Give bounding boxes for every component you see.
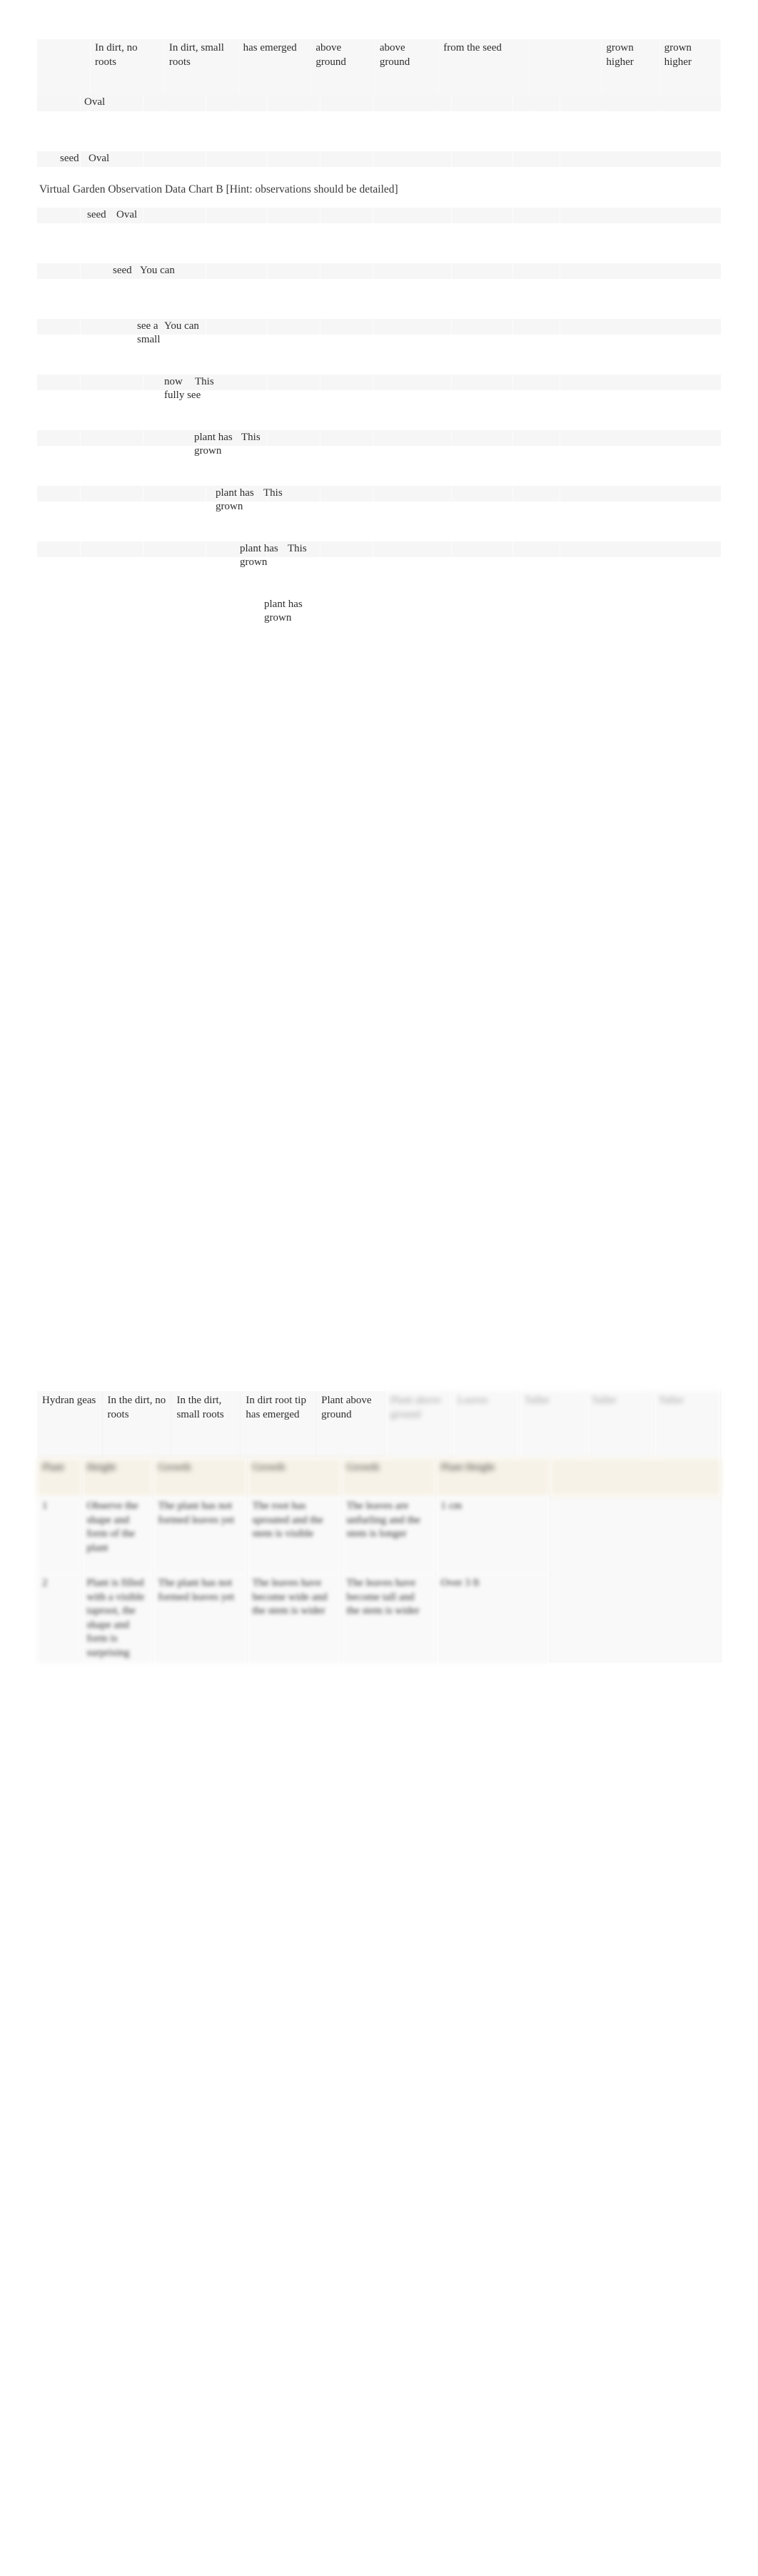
fragment-row-band-9 [37,541,721,557]
cell-r2-c1: Plant is filled with a visible taproot, … [81,1574,153,1663]
cell-r1-c4: The leaves are unfurling and the stem is… [341,1497,436,1574]
fragment-cell-seeasmall-5: see a small [137,320,161,345]
table-row: 1 Observe the shape and form of the plan… [37,1497,722,1574]
page-title: Virtual Garden Observation Data Chart B … [39,183,398,195]
col-hdr-growth-3: Growth [341,1458,436,1497]
fragment-cell-seed-3: seed [87,209,106,220]
document-page: In dirt, no roots In dirt, small roots h… [0,0,758,2576]
cell-r1-c3: The root has sprouted and the stem is vi… [247,1497,342,1574]
fragment-cell-youcan-4: You can [140,265,175,276]
cell-r1-c6 [550,1497,722,1574]
col-hdr-plant-height: Plant Height [435,1458,550,1497]
fragment-row-band-6 [37,375,721,390]
cell-r2-c6 [550,1574,722,1663]
table-row-column-headers: Plant Height Growth Growth Growth Plant … [37,1458,722,1497]
fragment-cell-this-7: This [241,432,261,443]
cell-r2-c0: 2 [37,1574,82,1663]
fragment-cell-seed-2: seed [60,153,79,164]
fragment-cell-planthasgrown-8: plant has grown [216,487,254,512]
bt-hdr-9: Taller [653,1391,722,1458]
col-hdr-growth-1: Growth [153,1458,248,1497]
bt-hdr-5: Plant above ground [385,1391,453,1458]
bt-hdr-1: In the dirt, no roots [102,1391,172,1458]
table-row-stage-header: Hydran geas In the dirt, no roots In the… [37,1391,722,1458]
cell-r2-c5: Over 3 ft [435,1574,550,1663]
bt-hdr-4: Plant above ground [315,1391,386,1458]
bt-hdr-2: In the dirt, small roots [171,1391,241,1458]
cell-r1-c1: Observe the shape and form of the plant [81,1497,153,1574]
bt-hdr-6: Leaves [452,1391,520,1458]
cell-r1-c5: 1 cm [435,1497,550,1574]
bt-hdr-7: Taller [519,1391,587,1458]
cell-r2-c3: The leaves have become wide and the stem… [247,1574,342,1663]
fragment-row-band-2 [37,151,721,167]
fragment-row-band-8 [37,486,721,502]
col-hdr-growth-2: Growth [247,1458,342,1497]
cell-r2-c4: The leaves have become tall and the stem… [341,1574,436,1663]
bt-hdr-8: Taller [586,1391,654,1458]
cell-r1-c2: The plant has not formed leaves yet [153,1497,248,1574]
fragment-row-band-1 [37,95,721,111]
observation-data-table: Hydran geas In the dirt, no roots In the… [37,1391,722,1663]
fragment-cell-oval-2: Oval [89,153,110,164]
col-hdr-height: Height [81,1458,153,1497]
col-hdr-plant: Plant [37,1458,82,1497]
bt-hdr-3: In dirt root tip has emerged [240,1391,317,1458]
fragment-cell-oval-3: Oval [116,209,138,220]
cell-r2-c2: The plant has not formed leaves yet [153,1574,248,1663]
fragment-row-band-7 [37,430,721,446]
fragment-cell-this-6: This [195,376,214,387]
fragment-row-band-3 [37,208,721,223]
fragment-cell-this-8: This [263,487,283,499]
fragment-cell-planthasgrown-7: plant has grown [194,432,233,457]
fragment-cell-this-9: This [288,543,307,554]
fragment-cell-seed-4: seed [113,265,132,276]
col-hdr-spare [550,1458,722,1497]
fragment-cell-youcan-5: You can [164,320,199,332]
fragment-cell-planthasgrown-tail: plant has grown [264,599,303,623]
table-row: 2 Plant is filled with a visible taproot… [37,1574,722,1663]
fragment-cell-planthasgrown-9: plant has grown [240,543,278,568]
fragment-cell-oval-1: Oval [84,96,106,108]
bt-hdr-0: Hydran geas [37,1391,103,1458]
cell-r1-c0: 1 [37,1497,82,1574]
